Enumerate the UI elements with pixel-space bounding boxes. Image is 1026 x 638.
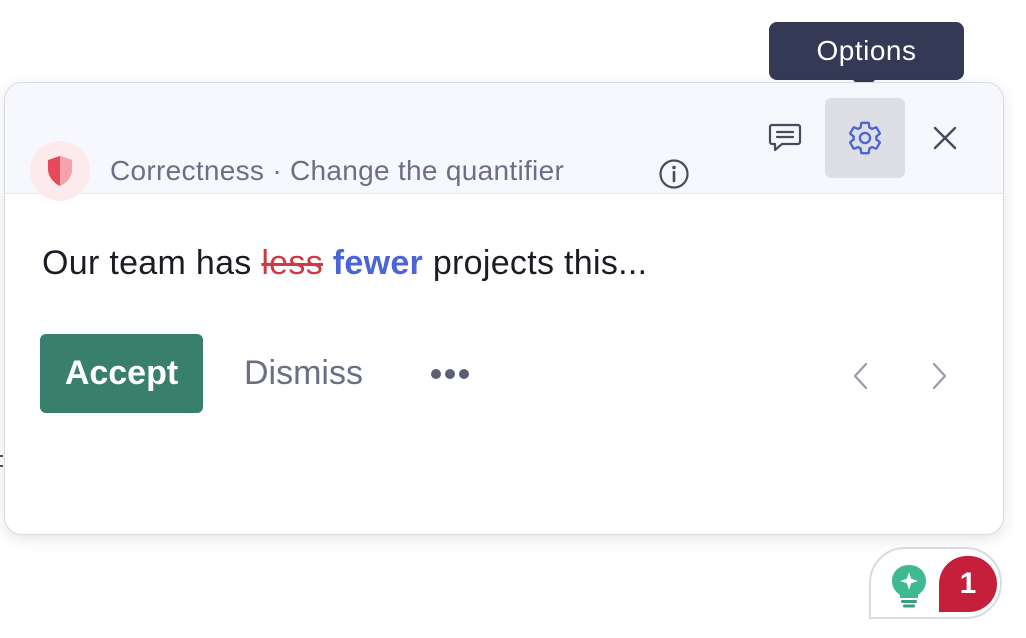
lightbulb-icon: [892, 565, 926, 608]
close-button[interactable]: [905, 98, 985, 178]
suggestion-count-badge: 1: [939, 556, 997, 612]
chevron-left-icon: [853, 362, 868, 390]
info-icon[interactable]: [658, 158, 690, 190]
edge-marker: [0, 455, 3, 467]
sentence-before: Our team has: [42, 244, 262, 282]
feedback-button[interactable]: [745, 98, 825, 178]
ellipsis-icon: [431, 369, 469, 379]
assistant-button[interactable]: 1: [869, 547, 1002, 619]
suggestion-category: Correctness · Change the quantifier: [30, 141, 564, 201]
speech-bubble-icon: [768, 123, 802, 152]
removed-word: less: [261, 244, 323, 282]
category-badge: [30, 141, 90, 201]
options-tooltip: Options: [769, 22, 964, 80]
accept-button[interactable]: Accept: [40, 334, 203, 413]
gear-icon: [849, 121, 881, 155]
next-suggestion-button[interactable]: [921, 358, 957, 394]
chevron-right-icon: [932, 362, 947, 390]
category-label: Correctness · Change the quantifier: [110, 155, 565, 186]
suggestion-sentence: Our team has less fewer projects this...: [42, 244, 647, 283]
close-icon: [933, 126, 957, 150]
options-button[interactable]: [825, 98, 905, 178]
sentence-after: projects this...: [423, 244, 648, 282]
dismiss-button[interactable]: Dismiss: [230, 334, 377, 413]
tooltip-text: Options: [816, 35, 917, 66]
shield-icon: [48, 156, 72, 186]
added-word[interactable]: fewer: [333, 244, 423, 282]
previous-suggestion-button[interactable]: [843, 358, 879, 394]
more-options-button[interactable]: [422, 354, 478, 394]
stage: Options Correctness · Change the quantif…: [0, 0, 1026, 638]
